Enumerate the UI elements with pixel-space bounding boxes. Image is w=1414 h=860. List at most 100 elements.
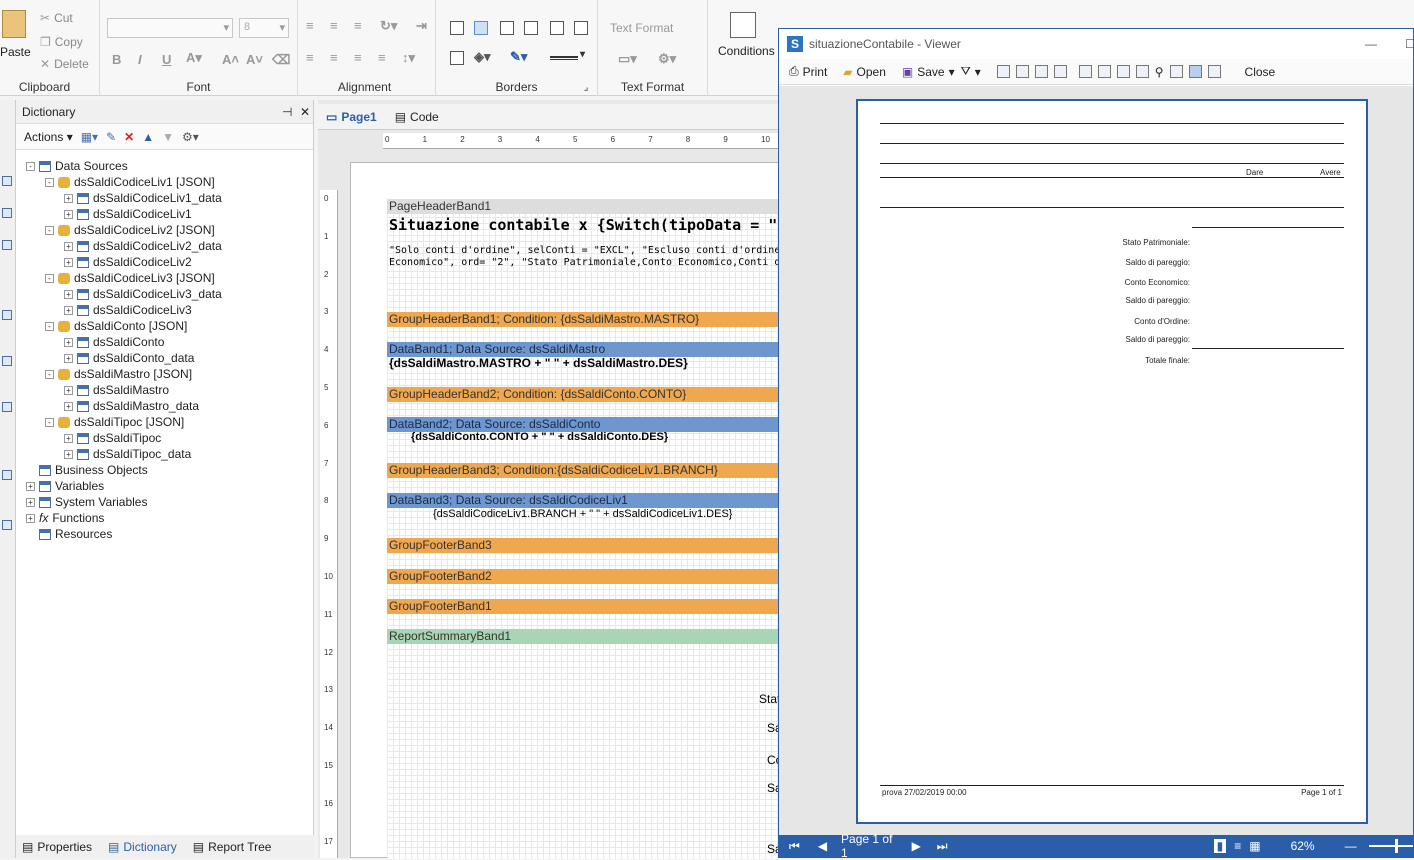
grow-font-icon[interactable]: A˄ [222,52,239,67]
send-button[interactable]: ⛛ ▾ [961,64,981,79]
tool-icon[interactable] [2,310,12,320]
move-up-icon[interactable]: ▲ [142,130,154,144]
align-middle-icon[interactable]: ≡ [330,18,338,33]
group-footer-band-2[interactable]: GroupFooterBand2 [387,569,781,584]
edit-icon[interactable] [1034,65,1048,78]
tree-node[interactable]: + Variables [26,478,104,494]
expander-icon[interactable]: + [64,353,73,363]
bold-icon[interactable]: B [112,52,121,67]
single-page-icon[interactable] [1169,65,1183,78]
align-center-icon[interactable]: ≡ [330,50,338,65]
page-icon[interactable] [996,65,1010,78]
tool-icon[interactable] [2,240,12,250]
font-color-icon[interactable]: A▾ [186,50,202,66]
expander-icon[interactable]: - [26,161,35,171]
tree-node[interactable]: + dsSaldiCodiceLiv3 [64,302,192,318]
tree-node[interactable]: - dsSaldiTipoc [JSON] [45,414,184,430]
pin-icon[interactable]: ⊣ [282,100,292,124]
save-button[interactable]: ▣ Save ▾ [902,65,955,79]
expander-icon[interactable]: + [64,257,73,267]
zoom-out-icon[interactable]: — [1345,839,1357,853]
expander-icon[interactable]: + [64,289,73,299]
data-band-3-expression[interactable]: {dsSaldiCodiceLiv1.BRANCH + " " + dsSald… [433,508,732,520]
tree-node[interactable]: + dsSaldiTipoc [64,430,161,446]
duplicate-icon[interactable] [1116,65,1130,78]
view-multi-icon[interactable]: ▦ [1249,839,1260,853]
next-page-icon[interactable]: ▶ [912,839,921,853]
tool-icon[interactable] [2,356,12,366]
line-spacing-icon[interactable]: ↕▾ [402,50,415,66]
align-right-icon[interactable]: ≡ [354,50,362,65]
expander-icon[interactable]: - [45,273,54,283]
align-top-icon[interactable]: ≡ [306,18,314,33]
expander-icon[interactable]: + [64,385,73,395]
group-header-band-1[interactable]: GroupHeaderBand1; Condition: {dsSaldiMas… [387,312,781,327]
tree-node[interactable]: - dsSaldiCodiceLiv3 [JSON] [45,270,215,286]
tool-icon[interactable] [2,176,12,186]
copy-button[interactable]: ❐ Copy [40,35,83,49]
maximize-icon[interactable]: ☐ [1405,29,1414,59]
group-footer-band-1[interactable]: GroupFooterBand1 [387,599,781,614]
conditions-button[interactable]: Conditions [712,10,775,70]
format-settings-icon[interactable]: ⚙▾ [658,51,676,67]
border-top-icon[interactable] [500,21,514,35]
paste-icon[interactable] [1097,65,1111,78]
tree-node[interactable]: + dsSaldiMastro_data [64,398,199,414]
title-expression[interactable]: Situazione contabile x {Switch(tipoData … [389,216,781,234]
tool-icon[interactable] [2,520,12,530]
data-band-3[interactable]: DataBand3; Data Source: dsSaldiCodiceLiv… [387,493,781,508]
last-page-icon[interactable]: ⏭ [937,839,948,854]
delete-button[interactable]: ✕ Delete [40,57,89,71]
underline-icon[interactable]: U [162,52,171,67]
expander-icon[interactable]: + [64,193,73,203]
border-left-icon[interactable] [524,21,538,35]
tree-node[interactable]: + fx Functions [26,510,104,526]
format-dropdown-icon[interactable]: ▭▾ [618,51,637,67]
expander-icon[interactable]: + [26,513,35,523]
expander-icon[interactable]: - [45,225,54,235]
tree-node[interactable]: + dsSaldiCodiceLiv1_data [64,190,222,206]
find-button[interactable]: ⚲ [1155,65,1164,79]
expander-icon[interactable]: + [64,401,73,411]
print-button[interactable]: ⎙ Print [789,64,827,79]
align-left-icon[interactable]: ≡ [306,50,314,65]
text-format-combo[interactable]: Text Format [610,21,673,35]
border-style-icon[interactable] [550,56,578,60]
move-down-icon[interactable]: ▼ [162,130,174,144]
tree-node[interactable]: + dsSaldiCodiceLiv1 [64,206,192,222]
shrink-font-icon[interactable]: A˅ [246,52,263,67]
font-size-combo[interactable]: 8 [239,18,289,38]
fill-color-icon[interactable]: ◈▾ [474,49,491,65]
settings-icon[interactable]: ⚙▾ [182,130,199,144]
data-band-2-expression[interactable]: {dsSaldiConto.CONTO + " " + dsSaldiConto… [411,431,668,443]
expander-icon[interactable]: + [64,209,73,219]
copy-page-icon[interactable] [1053,65,1067,78]
tree-node[interactable]: - dsSaldiConto [JSON] [45,318,187,334]
expander-icon[interactable]: + [64,241,73,251]
border-bottom-icon[interactable] [550,21,564,35]
close-icon[interactable]: ✕ [300,100,310,124]
tree-node[interactable]: + dsSaldiConto_data [64,350,194,366]
minimize-icon[interactable]: — [1365,29,1377,59]
group-header-band-2[interactable]: GroupHeaderBand2; Condition: {dsSaldiCon… [387,387,781,402]
view-single-icon[interactable]: ▮ [1213,839,1227,853]
italic-icon[interactable]: I [138,52,142,67]
tree-node[interactable]: + dsSaldiTipoc_data [64,446,191,462]
subtitle-expression-1[interactable]: "Solo conti d'ordine", selConti = "EXCL"… [389,245,781,256]
close-button[interactable]: Close [1245,65,1276,79]
align-bottom-icon[interactable]: ≡ [354,18,362,33]
group-footer-band-3[interactable]: GroupFooterBand3 [387,538,781,553]
justify-icon[interactable]: ≡ [378,50,386,65]
delete-icon[interactable]: ✕ [124,130,134,144]
data-band-2[interactable]: DataBand2; Data Source: dsSaldiConto [387,417,781,432]
expander-icon[interactable]: + [64,449,73,459]
border-none-icon[interactable] [474,21,488,35]
border-color-icon[interactable]: ✎▾ [510,49,527,65]
zoom-thumb[interactable] [1394,839,1398,853]
border-outline-icon[interactable] [450,51,464,65]
tree-node[interactable]: + dsSaldiCodiceLiv3_data [64,286,222,302]
data-band-1-expression[interactable]: {dsSaldiMastro.MASTRO + " " + dsSaldiMas… [389,356,688,370]
rotate-icon[interactable]: ↻▾ [380,18,397,34]
table-icon[interactable] [1135,65,1149,78]
tree-node[interactable]: Business Objects [26,462,148,478]
